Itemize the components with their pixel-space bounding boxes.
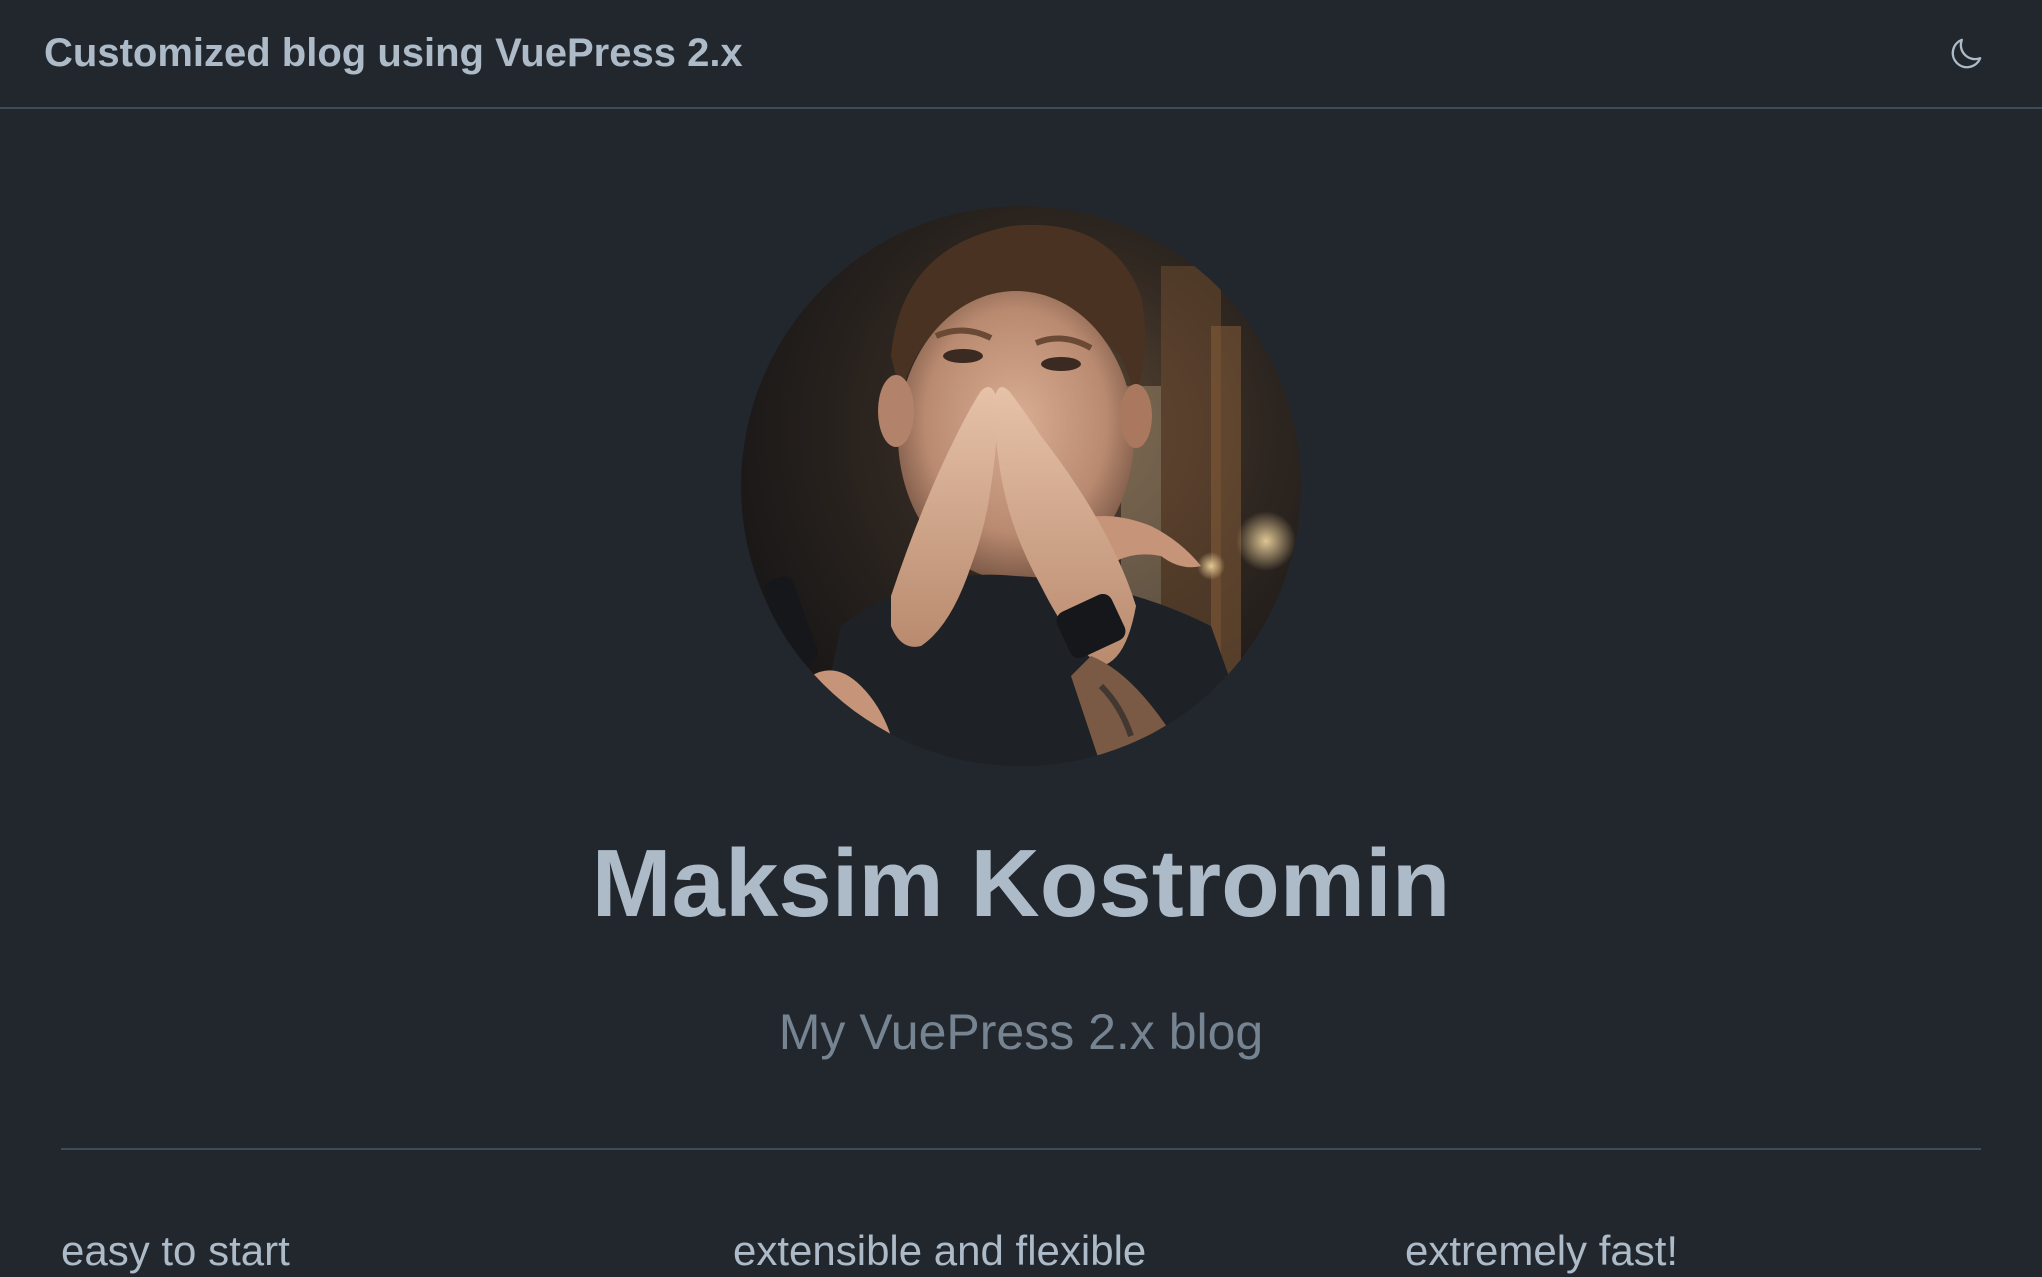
divider xyxy=(61,1148,1981,1150)
feature-title-fast: extremely fast! xyxy=(1405,1227,1679,1274)
avatar-portrait-image xyxy=(741,206,1301,766)
navbar: Customized blog using VuePress 2.x xyxy=(0,0,2042,109)
theme-toggle-button[interactable] xyxy=(1944,32,1988,76)
site-title-link[interactable]: Customized blog using VuePress 2.x xyxy=(44,28,743,78)
hero-name-heading: Maksim Kostromin xyxy=(591,830,1451,937)
moon-icon xyxy=(1951,38,1982,69)
hero-description: My VuePress 2.x blog xyxy=(778,1004,1264,1060)
feature-title-extensible: extensible and flexible xyxy=(733,1227,1147,1274)
avatar xyxy=(741,206,1301,766)
feature-title-easy-to-start: easy to start xyxy=(61,1227,290,1274)
